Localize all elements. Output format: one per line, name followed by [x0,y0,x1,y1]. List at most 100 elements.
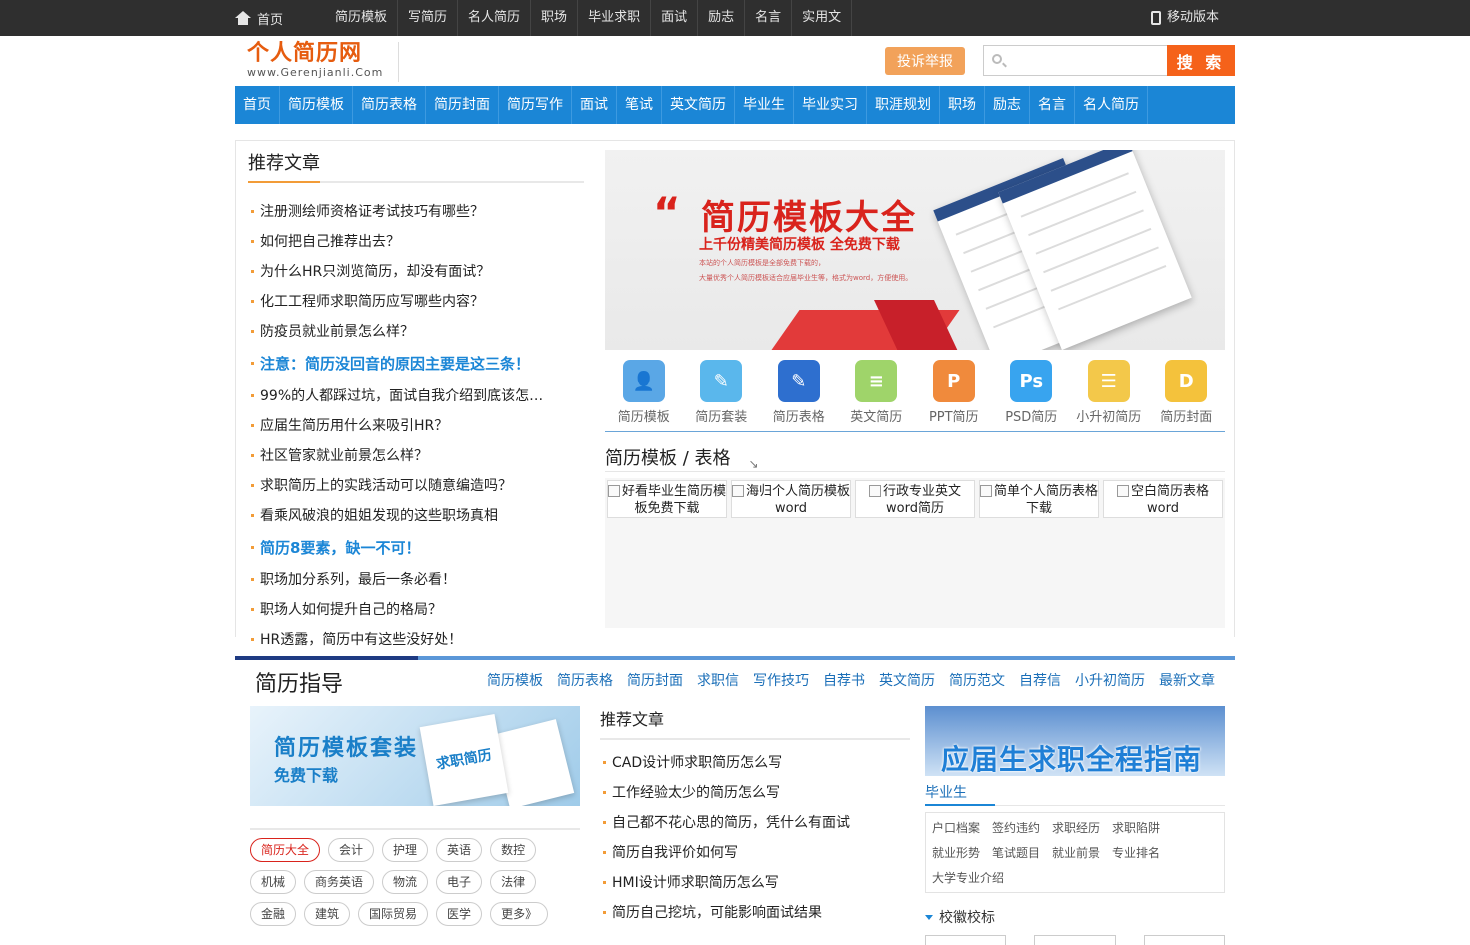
template-item[interactable]: 空白简历表格word [1103,480,1223,518]
main-nav-item[interactable]: 励志 [985,86,1030,124]
main-nav-item[interactable]: 笔试 [617,86,662,124]
article-link[interactable]: CAD设计师求职简历怎么写 [600,748,910,778]
top-nav-item[interactable]: 励志 [698,0,746,36]
thumbnail[interactable] [925,935,1007,945]
category-tag[interactable]: 护理 [382,838,429,862]
main-nav-item[interactable]: 名人简历 [1075,86,1148,124]
article-link[interactable]: 职场加分系列，最后一条必看！ [248,565,584,595]
category-tag[interactable]: 电子 [436,870,483,894]
article-link[interactable]: 看乘风破浪的姐姐发现的这些职场真相 [248,501,584,531]
article-link[interactable]: 注册测绘师资格证考试技巧有哪些？ [248,197,584,227]
article-link[interactable]: 简历自己挖坑，可能影响面试结果 [600,898,910,928]
main-nav-item[interactable]: 面试 [572,86,617,124]
guide-link[interactable]: 求职信 [697,670,739,690]
category-link[interactable]: P PPT简历 [915,360,993,431]
guide-link[interactable]: 最新文章 [1159,670,1215,690]
tab-graduate[interactable]: 毕业生 [925,782,1225,806]
article-link[interactable]: 99%的人都踩过坑，面试自我介绍到底该怎… [248,381,584,411]
category-tag[interactable]: 医学 [436,902,483,926]
search-button[interactable]: 搜 索 [1167,45,1235,76]
template-item[interactable]: 简单个人简历表格下载 [979,480,1099,518]
guide-link[interactable]: 自荐信 [1019,670,1061,690]
top-nav-item[interactable]: 名人简历 [458,0,532,36]
article-link[interactable]: 社区管家就业前景怎么样？ [248,441,584,471]
article-link[interactable]: 简历8要素，缺一不可！ [248,531,584,565]
article-link[interactable]: 为什么HR只浏览简历，却没有面试？ [248,257,584,287]
graduate-link[interactable]: 专业排名 [1112,844,1160,861]
arrow-icon[interactable]: ↘ [749,457,759,471]
article-link[interactable]: 化工工程师求职简历应写哪些内容？ [248,287,584,317]
top-home-link[interactable]: 首页 [235,9,325,28]
category-link[interactable]: ✎ 简历表格 [760,360,838,431]
main-nav-item[interactable]: 简历写作 [499,86,572,124]
main-nav-item[interactable]: 职涯规划 [867,86,940,124]
category-link[interactable]: ☰ 小升初简历 [1070,360,1148,431]
template-pack-promo[interactable]: 简历模板套装 免费下载 求职简历 [250,706,580,806]
main-nav-item[interactable]: 名言 [1030,86,1075,124]
article-link[interactable]: 简历自我评价如何写 [600,838,910,868]
top-nav-item[interactable]: 写简历 [398,0,459,36]
template-item[interactable]: 海归个人简历模板word [731,480,851,518]
guide-link[interactable]: 英文简历 [879,670,935,690]
site-logo[interactable]: 个人简历网 www.Gerenjianli.Com [247,42,399,82]
category-link[interactable]: 👤 简历模板 [605,360,683,431]
graduate-link[interactable]: 求职陷阱 [1112,819,1160,836]
graduate-link[interactable]: 就业前景 [1052,844,1100,861]
top-nav-item[interactable]: 毕业求职 [578,0,652,36]
graduate-banner[interactable]: 应届生求职全程指南 [925,706,1225,776]
top-nav-item[interactable]: 实用文 [792,0,853,36]
top-nav-item[interactable]: 面试 [651,0,699,36]
main-nav-item[interactable]: 职场 [940,86,985,124]
article-link[interactable]: 工作经验太少的简历怎么写 [600,778,910,808]
category-tag[interactable]: 英语 [436,838,483,862]
report-button[interactable]: 投诉举报 [885,47,965,75]
top-nav-item[interactable]: 名言 [745,0,793,36]
template-banner[interactable]: “ 简历模板大全 上千份精美简历模板 全免费下载 本站的个人简历模板是全部免费下… [605,150,1225,350]
category-tag[interactable]: 简历大全 [250,838,321,862]
category-tag[interactable]: 会计 [328,838,375,862]
category-link[interactable]: Ps PSD简历 [993,360,1071,431]
article-link[interactable]: 职场人如何提升自己的格局？ [248,595,584,625]
thumbnail[interactable] [1143,935,1225,945]
top-nav-item[interactable]: 简历模板 [325,0,399,36]
graduate-link[interactable]: 大学专业介绍 [932,869,1004,886]
category-tag[interactable]: 法律 [490,870,537,894]
category-link[interactable]: D 简历封面 [1148,360,1226,431]
graduate-link[interactable]: 户口档案 [932,819,980,836]
article-link[interactable]: 求职简历上的实践活动可以随意编造吗？ [248,471,584,501]
guide-link[interactable]: 自荐书 [823,670,865,690]
category-tag[interactable]: 建筑 [304,902,351,926]
top-nav-item[interactable]: 职场 [531,0,579,36]
main-nav-item[interactable]: 毕业生 [735,86,794,124]
category-tag[interactable]: 商务英语 [304,870,375,894]
template-item[interactable]: 好看毕业生简历模板免费下载 [607,480,727,518]
thumbnail[interactable] [1034,935,1116,945]
guide-link[interactable]: 简历封面 [627,670,683,690]
main-nav-item[interactable]: 简历表格 [353,86,426,124]
graduate-link[interactable]: 签约违约 [992,819,1040,836]
main-nav-item[interactable]: 简历封面 [426,86,499,124]
article-link[interactable]: 如何把自己推荐出去？ [248,227,584,257]
graduate-link[interactable]: 就业形势 [932,844,980,861]
article-link[interactable]: 应届生简历用什么来吸引HR？ [248,411,584,441]
category-tag[interactable]: 数控 [490,838,537,862]
article-link[interactable]: 注意：简历没回音的原因主要是这三条！ [248,347,584,381]
article-link[interactable]: 防疫员就业前景怎么样？ [248,317,584,347]
category-tag[interactable]: 国际贸易 [358,902,429,926]
guide-link[interactable]: 写作技巧 [753,670,809,690]
graduate-link[interactable]: 求职经历 [1052,819,1100,836]
guide-link[interactable]: 简历表格 [557,670,613,690]
article-link[interactable]: 自己都不花心思的简历，凭什么有面试 [600,808,910,838]
main-nav-item[interactable]: 毕业实习 [794,86,867,124]
article-link[interactable]: HR透露，简历中有这些没好处！ [248,625,584,655]
category-tag[interactable]: 物流 [382,870,429,894]
category-tag[interactable]: 机械 [250,870,297,894]
guide-link[interactable]: 简历范文 [949,670,1005,690]
guide-link[interactable]: 小升初简历 [1075,670,1145,690]
school-emblem-header[interactable]: 校徽校标 [925,907,1225,927]
graduate-link[interactable]: 笔试题目 [992,844,1040,861]
search-input[interactable] [984,46,1167,75]
template-item[interactable]: 行政专业英文word简历 [855,480,975,518]
category-tag[interactable]: 金融 [250,902,297,926]
article-link[interactable]: HMI设计师求职简历怎么写 [600,868,910,898]
